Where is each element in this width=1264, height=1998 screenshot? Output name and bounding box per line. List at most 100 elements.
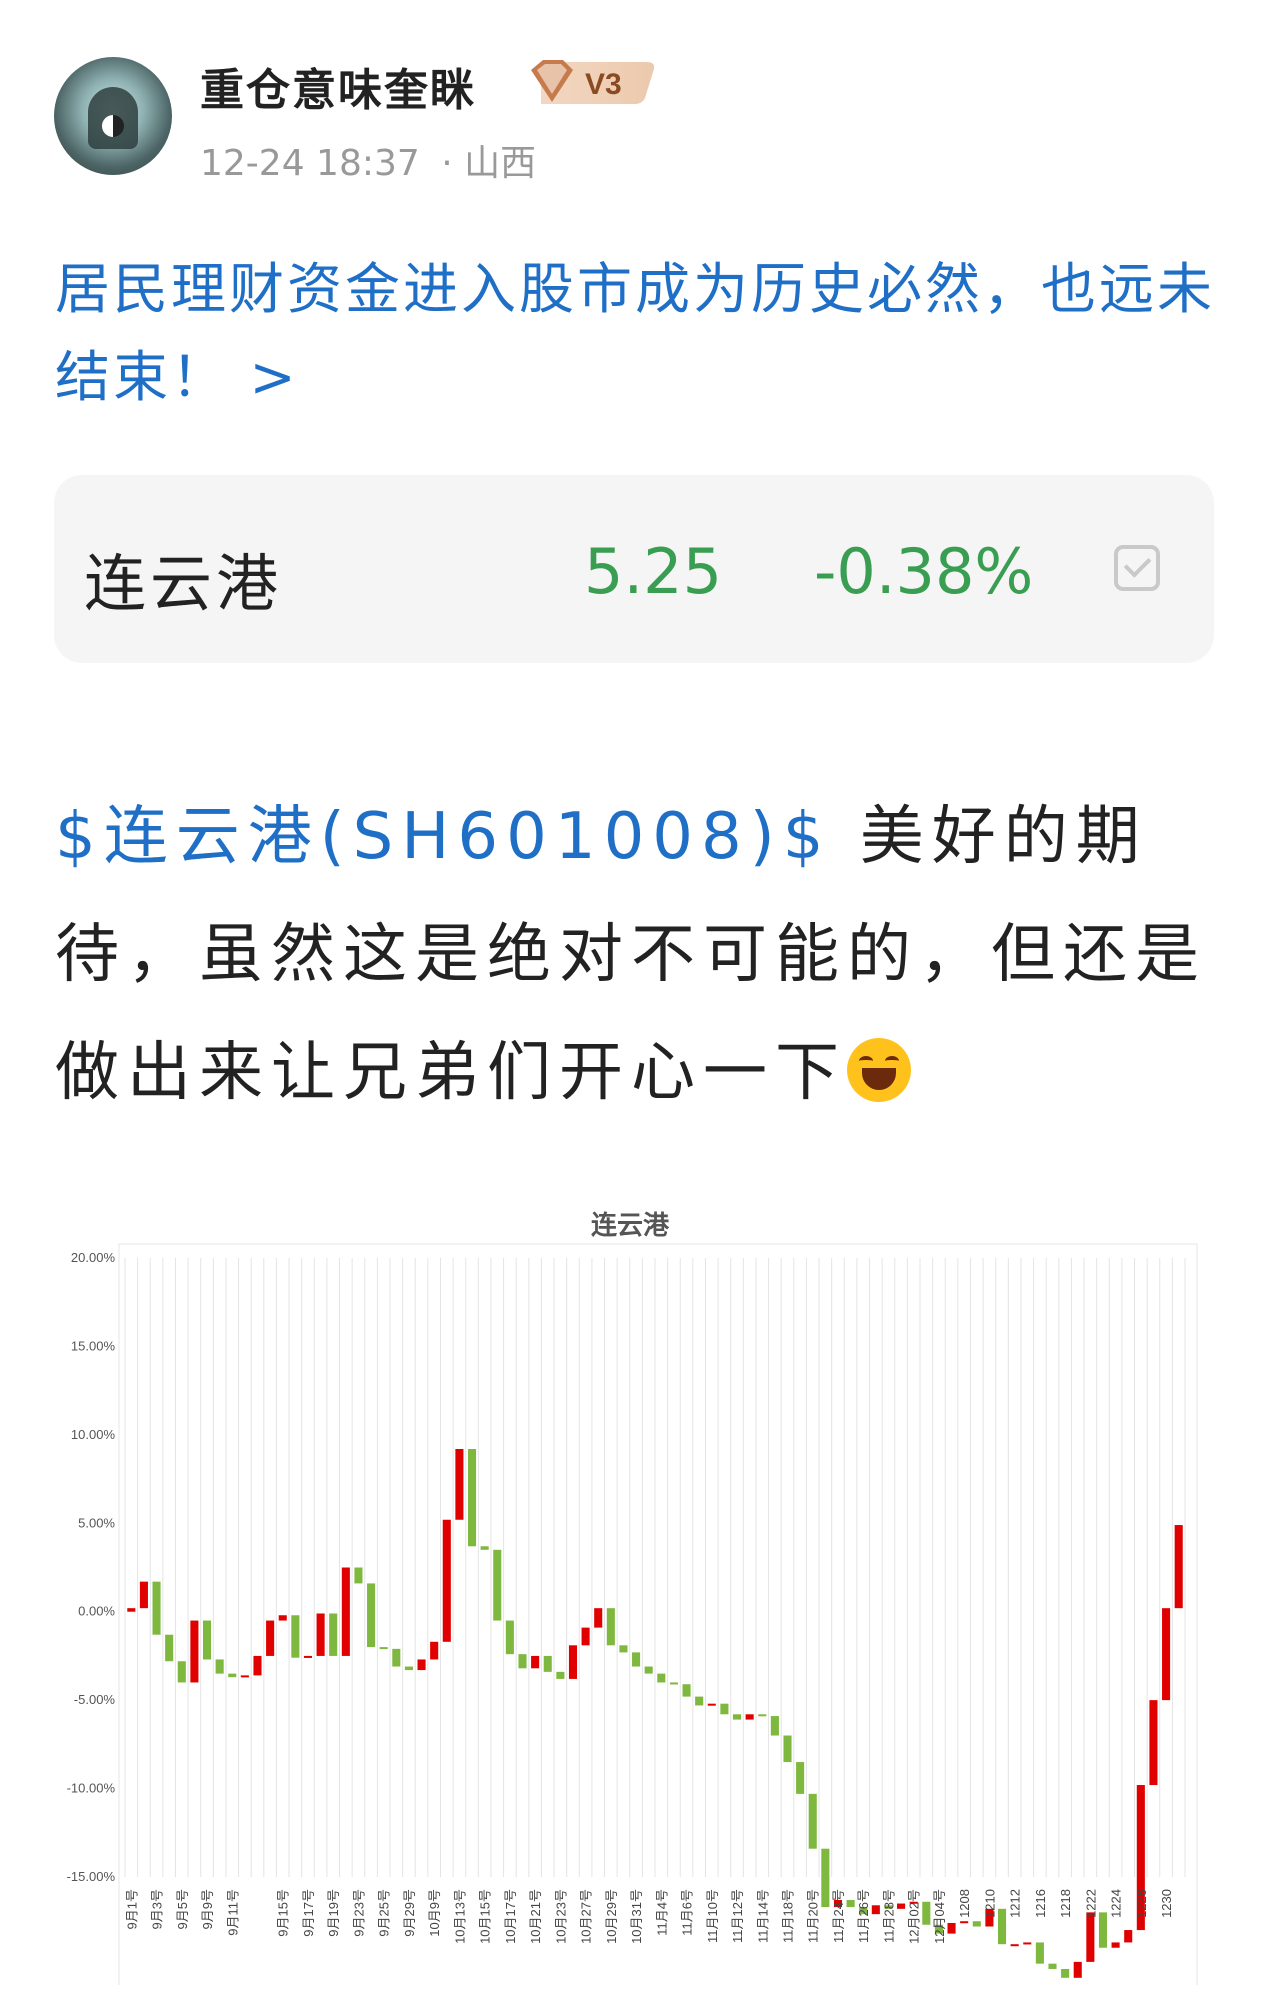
- post-body: $连云港(SH601008)$ 美好的期待，虽然这是绝对不可能的，但还是做出来让…: [55, 778, 1225, 1132]
- bar: [518, 1654, 527, 1669]
- bar: [1023, 1942, 1032, 1945]
- username[interactable]: 重仓意味奎眯: [200, 54, 476, 118]
- y-tick-label: 10.00%: [71, 1427, 116, 1442]
- bar: [632, 1652, 641, 1667]
- bar: [1035, 1942, 1044, 1964]
- x-tick-label: 12月04号: [932, 1889, 947, 1944]
- article-link-title[interactable]: 居民理财资金进入股市成为历史必然，也远未结束！ >: [55, 245, 1215, 421]
- x-tick-label: 1224: [1109, 1889, 1124, 1918]
- bar: [997, 1908, 1007, 1945]
- x-tick-label: 1216: [1033, 1889, 1048, 1918]
- bar: [581, 1627, 590, 1646]
- bar: [808, 1793, 817, 1849]
- bar: [404, 1666, 413, 1671]
- x-tick-label: 11月14号: [755, 1889, 770, 1943]
- stock-card[interactable]: 连云港 5.25 -0.38%: [54, 475, 1214, 663]
- bar: [960, 1921, 969, 1924]
- stock-tag-link[interactable]: $连云港(SH601008)$: [55, 800, 831, 874]
- bar: [127, 1608, 136, 1612]
- bar: [972, 1921, 981, 1927]
- x-tick-label: 1212: [1008, 1889, 1023, 1918]
- bar: [594, 1608, 603, 1628]
- bar: [152, 1581, 161, 1635]
- bar: [253, 1655, 262, 1676]
- stock-price: 5.25: [584, 535, 723, 608]
- bar: [455, 1449, 464, 1520]
- bar: [707, 1703, 716, 1706]
- x-tick-label: 10月13号: [452, 1889, 467, 1944]
- bar: [1073, 1961, 1082, 1978]
- x-tick-label: 11月26号: [856, 1889, 871, 1943]
- bar: [1174, 1525, 1183, 1609]
- user-avatar[interactable]: [54, 57, 172, 175]
- bar: [177, 1661, 186, 1683]
- bar: [329, 1613, 338, 1656]
- x-tick-label: 9月25号: [377, 1889, 392, 1937]
- bar: [266, 1620, 275, 1656]
- bar: [367, 1583, 376, 1648]
- bar: [165, 1634, 174, 1662]
- y-tick-label: 0.00%: [78, 1604, 115, 1619]
- x-tick-label: 10月21号: [528, 1889, 543, 1944]
- x-tick-label: 9月5号: [175, 1889, 190, 1929]
- x-tick-label: 9月17号: [301, 1889, 316, 1937]
- y-tick-label: -5.00%: [74, 1692, 116, 1707]
- bar: [291, 1615, 300, 1658]
- bar: [695, 1696, 704, 1706]
- x-tick-label: 1210: [982, 1889, 997, 1918]
- bar: [1010, 1944, 1019, 1947]
- x-tick-label: 9月29号: [402, 1889, 417, 1937]
- x-tick-label: 10月27号: [579, 1889, 594, 1944]
- x-tick-label: 11月18号: [781, 1889, 796, 1943]
- bar: [139, 1581, 148, 1609]
- y-tick-label: 20.00%: [71, 1250, 116, 1265]
- bar: [644, 1666, 653, 1674]
- bar: [392, 1648, 401, 1667]
- laughing-crying-emoji-icon: [847, 1038, 911, 1102]
- watchlist-check-icon[interactable]: [1114, 545, 1160, 591]
- bar: [316, 1613, 325, 1656]
- bar: [1111, 1942, 1120, 1948]
- bar: [417, 1659, 426, 1671]
- x-tick-label: 9月15号: [276, 1889, 291, 1937]
- bar: [505, 1620, 514, 1655]
- bar: [543, 1655, 552, 1672]
- x-tick-label: 12月02号: [907, 1889, 922, 1944]
- x-tick-label: 9月11号: [225, 1889, 240, 1936]
- x-tick-label: 1218: [1058, 1889, 1073, 1918]
- x-tick-label: 9月1号: [124, 1889, 139, 1929]
- y-tick-label: -15.00%: [67, 1869, 116, 1884]
- bar: [619, 1645, 628, 1653]
- x-tick-label: 1226: [1134, 1889, 1149, 1918]
- bar: [606, 1608, 615, 1646]
- x-tick-label: 9月3号: [150, 1889, 165, 1929]
- x-tick-label: 11月24号: [831, 1889, 846, 1943]
- bar: [379, 1647, 388, 1650]
- bar: [897, 1903, 906, 1909]
- bar: [228, 1673, 237, 1678]
- x-tick-label: 9月9号: [200, 1889, 215, 1929]
- bar: [682, 1684, 691, 1697]
- bar: [430, 1641, 439, 1660]
- chart-container[interactable]: 连云港 20.00% 15.00% 10.00% 5.00% 0.00% -5.00% -1…: [40, 1195, 1215, 1998]
- bar: [720, 1703, 729, 1715]
- bar: [1098, 1912, 1108, 1948]
- x-tick-label: 11月20号: [806, 1889, 821, 1943]
- bar: [303, 1655, 313, 1658]
- level-text: V3: [585, 68, 622, 101]
- bar: [480, 1546, 489, 1550]
- x-tick-label: 10月15号: [478, 1889, 493, 1944]
- bar: [278, 1615, 287, 1621]
- bar: [531, 1655, 540, 1669]
- plot-border: [118, 1243, 1198, 1998]
- bar: [745, 1714, 754, 1720]
- y-tick-label: 5.00%: [78, 1515, 115, 1530]
- chart-title: 连云港: [590, 1211, 669, 1241]
- y-tick-label: 15.00%: [71, 1338, 116, 1353]
- bar: [947, 1922, 956, 1934]
- bar: [1124, 1930, 1133, 1943]
- level-badge: V3: [531, 60, 655, 104]
- x-tick-label: 11月4号: [654, 1889, 669, 1936]
- bar: [657, 1673, 666, 1683]
- bar: [354, 1567, 363, 1584]
